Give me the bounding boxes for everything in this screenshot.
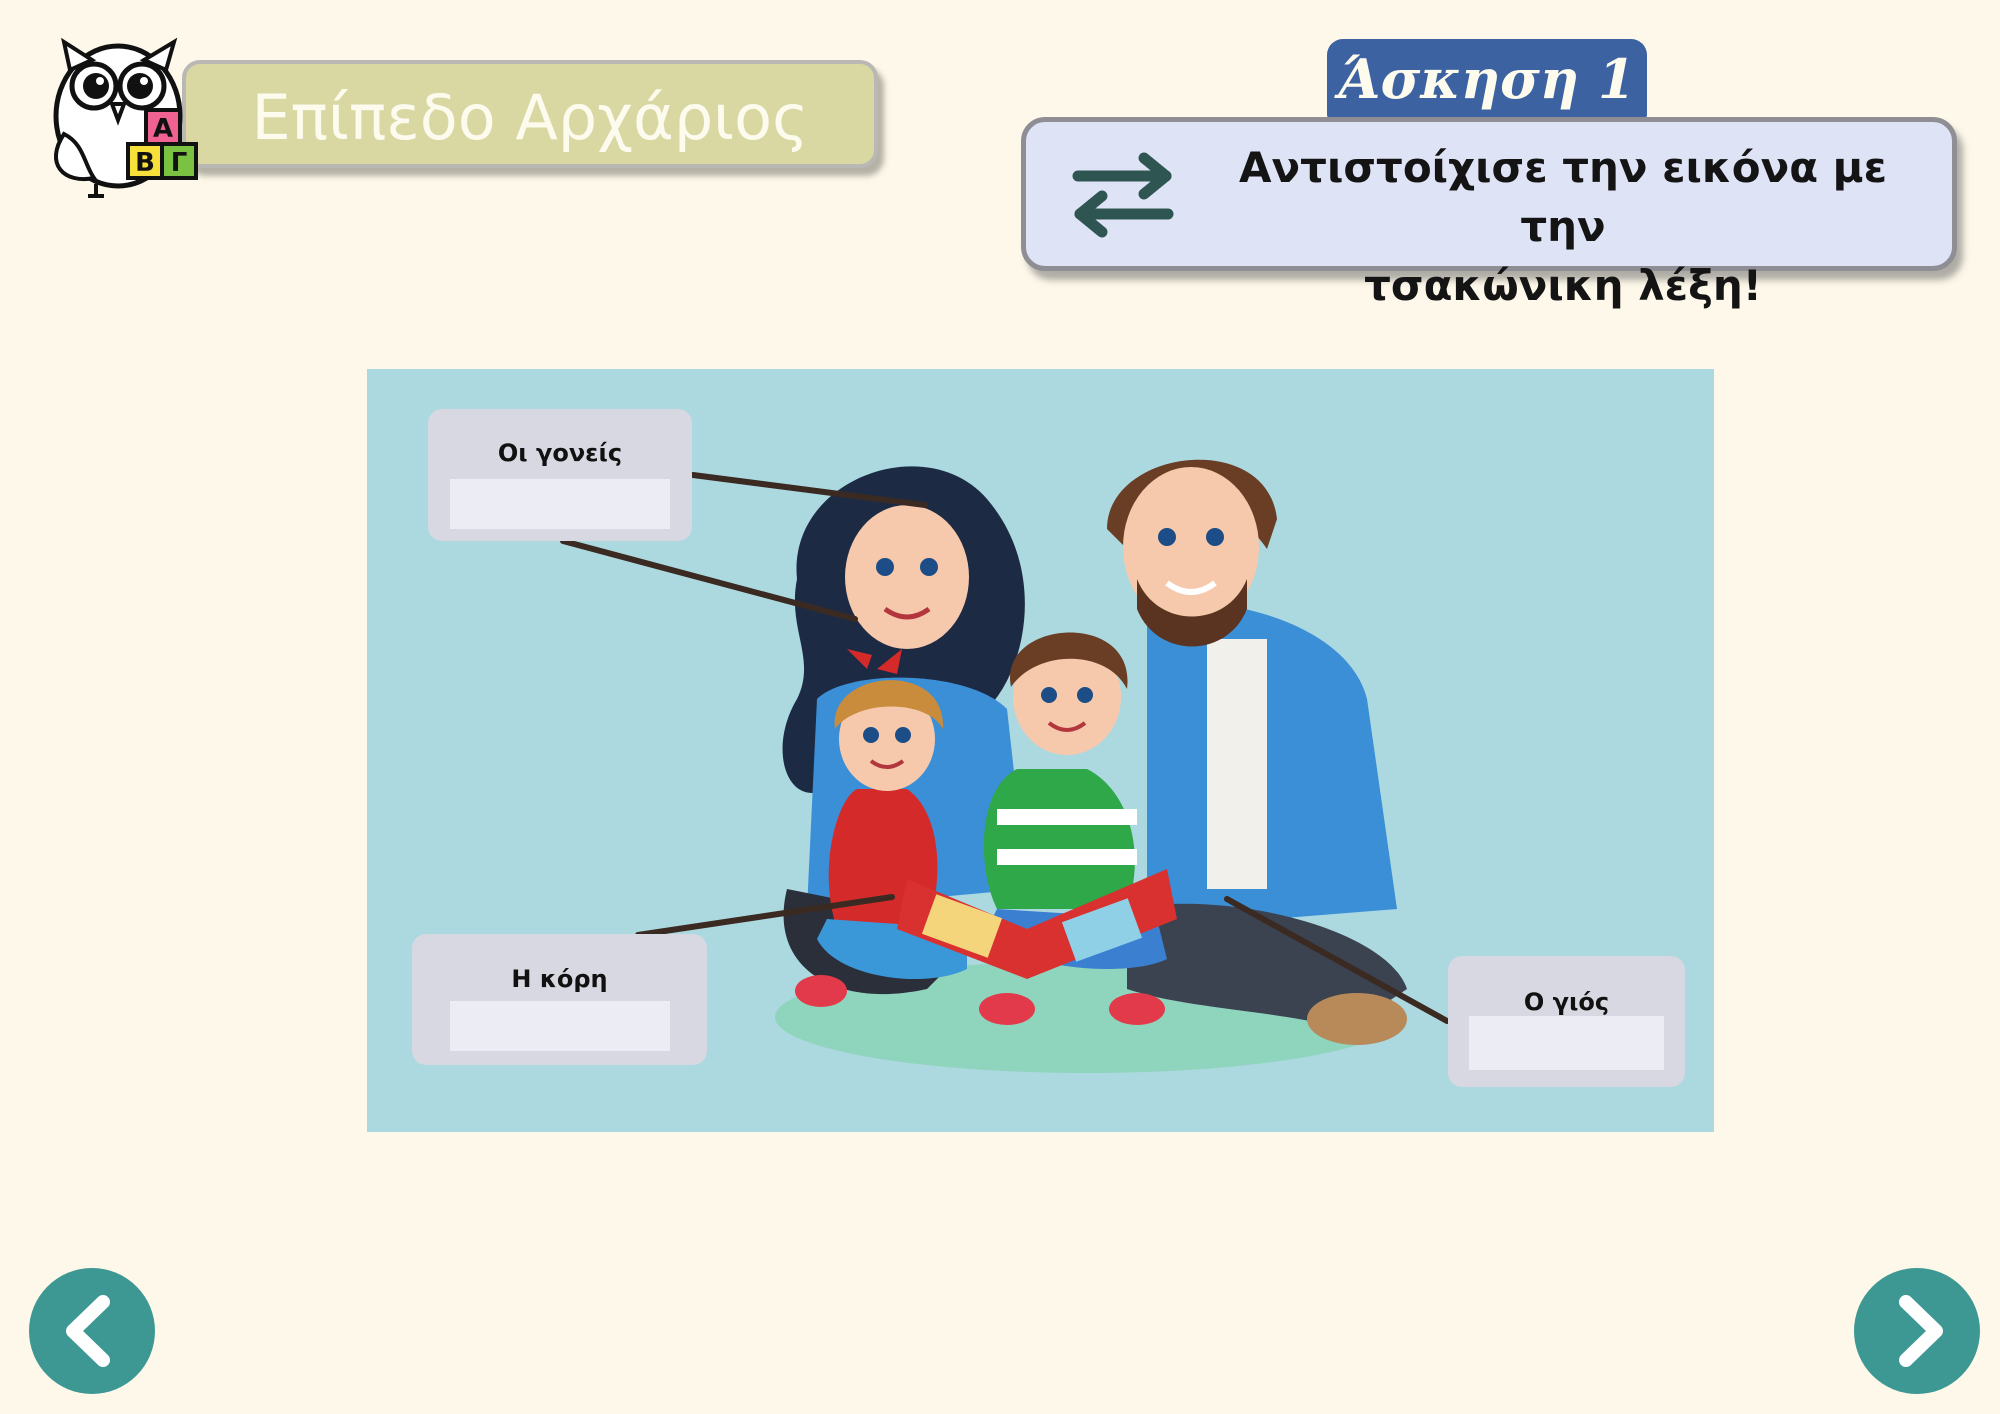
answer-field-parents[interactable]	[450, 479, 670, 529]
label-daughter: Η κόρη	[511, 965, 608, 993]
level-title: Επίπεδο Αρχάριος	[251, 81, 809, 154]
instruction-card: Αντιστοίχισε την εικόνα με την τσακώνικη…	[1021, 117, 1957, 310]
label-son: Ο γιός	[1523, 988, 1610, 1016]
svg-text:Α: Α	[153, 114, 173, 144]
picture-panel: Οι γονείς Η κόρη Ο γιός	[367, 369, 1714, 1132]
previous-button[interactable]	[29, 1268, 155, 1394]
owl-with-alphabet-blocks-icon: Α Β Γ	[53, 37, 198, 198]
label-box-son: Ο γιός	[1448, 956, 1685, 1087]
svg-text:Γ: Γ	[171, 148, 188, 178]
chevron-right-icon	[1899, 1295, 1943, 1367]
level-banner: Επίπεδο Αρχάριος	[182, 60, 878, 168]
exercise-tab: Άσκηση 1	[1327, 39, 1647, 119]
chevron-left-icon	[66, 1295, 110, 1367]
instruction-line-1: Αντιστοίχισε την εικόνα με την	[1239, 143, 1887, 251]
label-box-parents: Οι γονείς	[428, 409, 692, 541]
swap-arrows-icon	[1072, 152, 1174, 238]
svg-text:Β: Β	[135, 148, 155, 178]
label-parents: Οι γονείς	[497, 439, 623, 467]
instruction-line-2: τσακώνικη λέξη!	[1364, 261, 1762, 310]
instruction-text: Αντιστοίχισε την εικόνα με την τσακώνικη…	[1204, 138, 1922, 315]
answer-field-daughter[interactable]	[450, 1001, 670, 1051]
next-button[interactable]	[1854, 1268, 1980, 1394]
label-box-daughter: Η κόρη	[412, 934, 707, 1065]
answer-field-son[interactable]	[1469, 1016, 1664, 1070]
